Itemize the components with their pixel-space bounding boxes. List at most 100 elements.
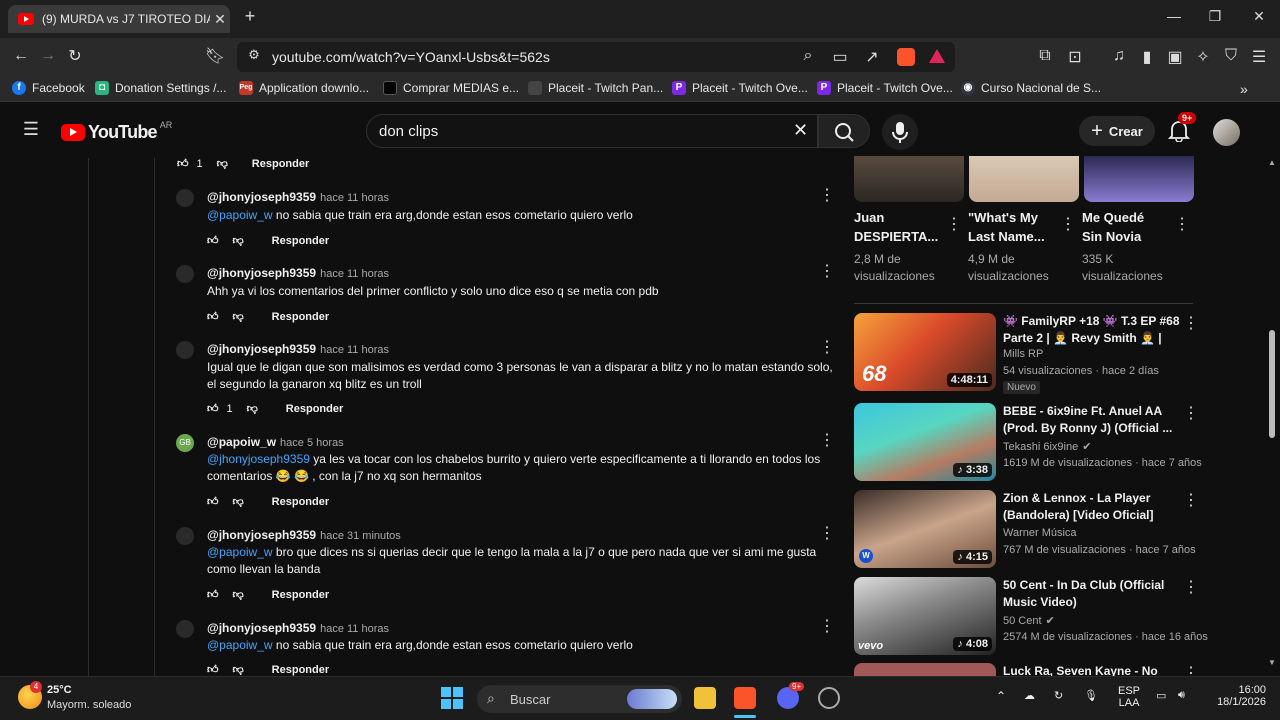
reply-button[interactable]: Responder <box>252 158 309 170</box>
comment-author[interactable]: @jhonyjoseph9359 <box>207 342 316 356</box>
share-icon[interactable]: ↗ <box>861 47 883 67</box>
bookmark-item[interactable]: ◘ Donation Settings /... <box>95 81 226 95</box>
bookmark-item[interactable]: ◉ Curso Nacional de S... <box>961 81 1101 95</box>
bookmark-icon[interactable]: 🔖︎ <box>204 46 226 66</box>
youtube-logo[interactable]: YouTube AR <box>61 120 172 143</box>
comment-author[interactable]: @papoiw_w <box>207 435 276 449</box>
dislike-icon[interactable]: 👎︎ <box>233 588 244 601</box>
dislike-icon[interactable]: 👎︎ <box>233 495 244 508</box>
short-title[interactable]: Juan DESPIERTA... <box>854 208 938 246</box>
like-icon[interactable]: 👍︎ <box>207 310 219 323</box>
more-bookmarks-icon[interactable]: » <box>1240 81 1248 97</box>
mention-link[interactable]: @papoiw_w <box>207 208 273 222</box>
sync-icon[interactable]: ↻ <box>1054 689 1063 702</box>
app-icon[interactable] <box>818 687 840 709</box>
maximize-button[interactable]: ❐ <box>1203 8 1227 25</box>
brave-rewards-icon[interactable] <box>929 49 945 63</box>
like-icon[interactable]: 👍︎ <box>207 234 219 247</box>
reply-button[interactable]: Responder <box>272 311 329 323</box>
avatar[interactable] <box>176 620 194 638</box>
clear-search-icon[interactable]: ✕ <box>793 120 808 141</box>
reply-button[interactable]: Responder <box>272 664 329 676</box>
search-input[interactable]: don clips ✕ <box>366 114 818 148</box>
comment-menu-icon[interactable]: ⋮ <box>819 526 835 542</box>
comment-menu-icon[interactable]: ⋮ <box>819 340 835 356</box>
comment-time[interactable]: hace 5 horas <box>280 437 344 449</box>
like-icon[interactable]: 👍︎ <box>207 495 219 508</box>
close-window-button[interactable]: ✕ <box>1247 8 1271 25</box>
short-thumbnail[interactable] <box>854 156 964 202</box>
scrollbar-thumb[interactable] <box>1269 330 1275 438</box>
avatar[interactable]: GB <box>176 434 194 452</box>
comment-time[interactable]: hace 31 minutos <box>320 530 401 542</box>
comment-author[interactable]: @jhonyjoseph9359 <box>207 621 316 635</box>
zoom-search-icon[interactable]: ⌕ <box>797 47 819 65</box>
reload-icon[interactable]: ↻ <box>64 46 86 66</box>
related-video[interactable]: vevo ♪ 4:08 50 Cent - In Da Club (Offici… <box>854 577 1208 657</box>
sidebar-icon[interactable]: ▮ <box>1136 47 1158 67</box>
mention-link[interactable]: @jhonyjoseph9359 <box>207 452 310 466</box>
video-menu-icon[interactable]: ⋮ <box>1183 577 1199 597</box>
brave-icon[interactable] <box>734 687 756 709</box>
new-tab-button[interactable]: + <box>238 6 262 27</box>
mic-tray-icon[interactable]: 🎙︎ <box>1084 689 1098 702</box>
leo-ai-icon[interactable]: ✧ <box>1192 47 1214 67</box>
channel-name[interactable]: Mills RP <box>1003 348 1043 360</box>
dislike-icon[interactable]: 👎︎ <box>233 663 244 676</box>
bookmark-item[interactable]: Placeit - Twitch Pan... <box>528 81 663 95</box>
dislike-icon[interactable]: 👎︎ <box>217 157 228 170</box>
url-bar[interactable]: ⚙ youtube.com/watch?v=YOanxl-Usbs&t=562s… <box>237 42 955 72</box>
comment-author[interactable]: @jhonyjoseph9359 <box>207 266 316 280</box>
onedrive-icon[interactable]: ☁ <box>1024 689 1035 702</box>
comment-author[interactable]: @jhonyjoseph9359 <box>207 528 316 542</box>
network-icon[interactable]: ▭ <box>1156 689 1166 702</box>
mention-link[interactable]: @papoiw_w <box>207 638 273 652</box>
avatar[interactable] <box>176 265 194 283</box>
voice-search-button[interactable] <box>882 114 918 150</box>
short-thumbnail[interactable] <box>1084 156 1194 202</box>
short-title[interactable]: Me Quedé Sin Novia <box>1082 208 1164 246</box>
bookmark-item[interactable]: f Facebook <box>12 81 85 95</box>
extensions-icon[interactable]: ⧉ <box>1034 47 1056 65</box>
bookmark-item[interactable]: P Placeit - Twitch Ove... <box>817 81 953 95</box>
bookmark-item[interactable]: Comprar MEDIAS e... <box>383 81 519 95</box>
short-title[interactable]: "What's My Last Name... <box>968 208 1050 246</box>
reply-button[interactable]: Responder <box>272 589 329 601</box>
video-title[interactable]: 👾 FamilyRP +18 👾 T.3 EP #68 Parte 2 | 👨‍… <box>1003 313 1181 347</box>
video-title[interactable]: BEBE - 6ix9ine Ft. Anuel AA (Prod. By Ro… <box>1003 403 1181 437</box>
account-avatar[interactable] <box>1213 119 1240 146</box>
avatar[interactable] <box>176 189 194 207</box>
forward-icon[interactable]: → <box>37 47 59 65</box>
channel-name[interactable]: Warner Música <box>1003 527 1077 539</box>
browser-tab[interactable]: (9) MURDA vs J7 TIROTEO DIA 2 ✕ <box>8 5 230 33</box>
reply-button[interactable]: Responder <box>286 403 343 415</box>
media-icon[interactable]: ♫ <box>1108 47 1130 65</box>
weather-temp[interactable]: 25°C <box>47 684 72 696</box>
channel-name[interactable]: 50 Cent ✔︎ <box>1003 614 1055 627</box>
avatar[interactable] <box>176 341 194 359</box>
video-thumbnail[interactable]: W ♪ 4:15 <box>854 490 996 568</box>
menu-icon[interactable]: ☰ <box>1248 47 1270 67</box>
clock[interactable]: 16:00 18/1/2026 <box>1206 684 1266 708</box>
mention-link[interactable]: @papoiw_w <box>207 545 273 559</box>
comment-time[interactable]: hace 11 horas <box>320 192 389 204</box>
page-scrollbar[interactable]: ▲ ▼ <box>1268 158 1276 668</box>
dislike-icon[interactable]: 👎︎ <box>247 402 258 415</box>
minimize-button[interactable]: — <box>1162 8 1186 24</box>
like-icon[interactable]: 👍︎ <box>207 663 219 676</box>
video-menu-icon[interactable]: ⋮ <box>1183 663 1194 676</box>
guide-menu-icon[interactable]: ☰ <box>20 119 42 140</box>
back-icon[interactable]: ← <box>10 47 32 65</box>
video-menu-icon[interactable]: ⋮ <box>1183 490 1199 510</box>
search-button[interactable] <box>818 114 870 148</box>
like-icon[interactable]: 👍︎ <box>177 157 189 170</box>
tray-expand-icon[interactable]: ⌃ <box>996 689 1006 703</box>
scroll-up-icon[interactable]: ▲ <box>1268 158 1276 167</box>
video-thumbnail[interactable] <box>854 663 996 676</box>
video-thumbnail[interactable]: 68 4:48:11 <box>854 313 996 391</box>
notifications-button[interactable]: 9+ <box>1167 112 1197 147</box>
short-menu-icon[interactable]: ⋮ <box>1060 214 1076 234</box>
video-menu-icon[interactable]: ⋮ <box>1183 403 1199 423</box>
related-video[interactable]: Luck Ra, Seven Kayne - No ⋮ <box>854 663 1194 676</box>
weather-desc[interactable]: Mayorm. soleado <box>47 699 131 711</box>
